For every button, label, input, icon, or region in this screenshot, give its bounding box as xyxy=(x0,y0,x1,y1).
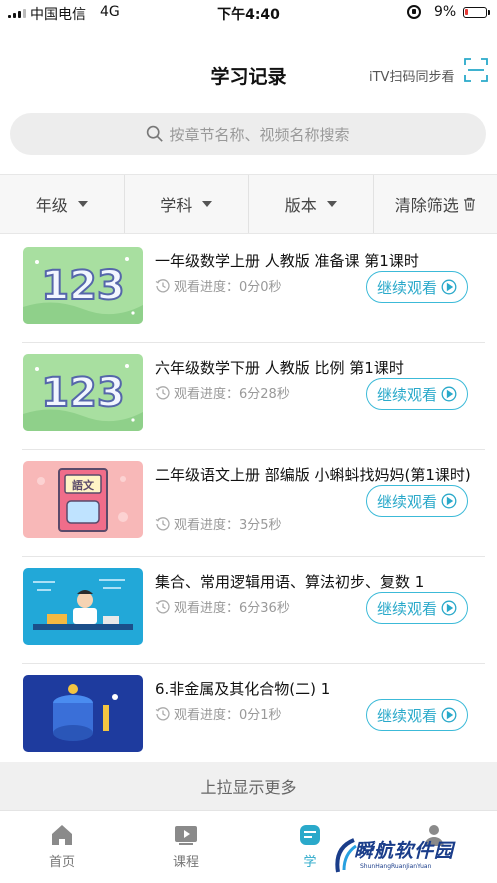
history-clock-icon xyxy=(155,516,170,530)
list-item[interactable]: 6.非金属及其化合物(二) 1 观看进度： 0分1秒 继续观看 xyxy=(22,664,485,771)
watch-progress: 观看进度： 6分28秒 xyxy=(155,383,290,402)
watermark-text: 瞬航软件园 xyxy=(354,840,455,862)
progress-value: 0分1秒 xyxy=(239,708,282,723)
scan-sync-button[interactable]: iTV扫码同步看 xyxy=(369,66,454,85)
caret-down-icon xyxy=(202,201,213,207)
play-circle-icon xyxy=(441,707,457,723)
thumbnail-chemistry[interactable] xyxy=(23,675,143,752)
continue-label: 继续观看 xyxy=(376,278,437,297)
list-item[interactable]: 123 六年级数学下册 人教版 比例 第1课时 观看进度： 6分28秒 继续观看 xyxy=(22,343,485,450)
progress-label: 观看进度： xyxy=(174,708,240,723)
continue-label: 继续观看 xyxy=(376,599,437,618)
study-icon xyxy=(300,825,320,845)
watermark-logo: 瞬航软件园 ShunHangRuanJianYuan xyxy=(332,832,462,880)
record-title: 集合、常用逻辑用语、算法初步、复数 1 xyxy=(155,573,425,591)
svg-text:123: 123 xyxy=(41,370,125,416)
progress-value: 6分36秒 xyxy=(239,601,290,616)
caret-down-icon xyxy=(77,201,88,207)
history-clock-icon xyxy=(155,599,170,613)
svg-text:語文: 語文 xyxy=(72,478,95,492)
play-circle-icon xyxy=(441,386,457,402)
filter-subject[interactable]: 学科 xyxy=(125,175,249,233)
list-item[interactable]: 語文 二年级语文上册 部编版 小蝌蚪找妈妈(第1课时) 观看进度： 3分5秒 继续… xyxy=(22,450,485,557)
filter-label: 版本 xyxy=(284,196,317,215)
record-title: 六年级数学下册 人教版 比例 第1课时 xyxy=(155,359,404,377)
record-list: 123 一年级数学上册 人教版 准备课 第1课时 观看进度： 0分0秒 继续观看 … xyxy=(0,236,497,771)
video-icon xyxy=(175,826,197,845)
filter-label: 学科 xyxy=(160,196,193,215)
record-title: 6.非金属及其化合物(二) 1 xyxy=(155,680,331,698)
status-time: 下午4:40 xyxy=(217,7,280,23)
thumbnail-math-123[interactable]: 123 xyxy=(23,247,143,324)
battery-icon xyxy=(463,7,490,18)
scan-icon[interactable] xyxy=(464,58,488,82)
progress-label: 观看进度： xyxy=(174,280,240,295)
trash-icon xyxy=(463,197,475,211)
filter-edition[interactable]: 版本 xyxy=(249,175,374,233)
continue-watching-button[interactable]: 继续观看 xyxy=(366,592,468,624)
history-clock-icon xyxy=(155,278,170,292)
progress-value: 6分28秒 xyxy=(239,387,290,402)
caret-down-icon xyxy=(326,201,337,207)
search-placeholder: 按章节名称、视频名称搜索 xyxy=(169,125,350,144)
history-clock-icon xyxy=(155,706,170,720)
search-icon xyxy=(147,125,164,142)
continue-watching-button[interactable]: 继续观看 xyxy=(366,699,468,731)
filter-bar: 年级 学科 版本 清除筛选 xyxy=(0,174,497,234)
progress-label: 观看进度： xyxy=(174,601,240,616)
search-input[interactable]: 按章节名称、视频名称搜索 xyxy=(10,113,486,155)
tab-label: 课程 xyxy=(172,855,199,870)
tab-courses[interactable]: 课程 xyxy=(124,811,248,883)
continue-watching-button[interactable]: 继续观看 xyxy=(366,485,468,517)
tab-label: 首页 xyxy=(48,855,75,870)
home-icon xyxy=(52,825,72,845)
tab-home[interactable]: 首页 xyxy=(0,811,124,883)
thumbnail-math-123[interactable]: 123 xyxy=(23,354,143,431)
continue-label: 继续观看 xyxy=(376,492,437,511)
record-title: 一年级数学上册 人教版 准备课 第1课时 xyxy=(155,252,419,270)
watch-progress: 观看进度： 6分36秒 xyxy=(155,597,290,616)
continue-watching-button[interactable]: 继续观看 xyxy=(366,271,468,303)
play-circle-icon xyxy=(441,493,457,509)
play-circle-icon xyxy=(441,600,457,616)
load-more-hint[interactable]: 上拉显示更多 xyxy=(0,762,497,810)
watch-progress: 观看进度： 0分0秒 xyxy=(155,276,282,295)
progress-value: 3分5秒 xyxy=(239,518,282,533)
clear-filter-button[interactable]: 清除筛选 xyxy=(374,175,497,233)
continue-label: 继续观看 xyxy=(376,706,437,725)
thumbnail-chinese-book[interactable]: 語文 xyxy=(23,461,143,538)
filter-grade[interactable]: 年级 xyxy=(0,175,125,233)
svg-text:123: 123 xyxy=(41,263,125,309)
watch-progress: 观看进度： 3分5秒 xyxy=(155,514,282,533)
rotation-lock-icon xyxy=(407,5,421,19)
list-item[interactable]: 123 一年级数学上册 人教版 准备课 第1课时 观看进度： 0分0秒 继续观看 xyxy=(22,236,485,343)
watch-progress: 观看进度： 0分1秒 xyxy=(155,704,282,723)
status-bar: 中国电信 4G 下午4:40 9% xyxy=(0,0,497,26)
thumbnail-student-desk[interactable] xyxy=(23,568,143,645)
filter-label: 清除筛选 xyxy=(394,196,459,215)
progress-label: 观看进度： xyxy=(174,518,240,533)
continue-label: 继续观看 xyxy=(376,385,437,404)
list-item[interactable]: 集合、常用逻辑用语、算法初步、复数 1 观看进度： 6分36秒 继续观看 xyxy=(22,557,485,664)
filter-label: 年级 xyxy=(35,196,68,215)
continue-watching-button[interactable]: 继续观看 xyxy=(366,378,468,410)
record-title: 二年级语文上册 部编版 小蝌蚪找妈妈(第1课时) xyxy=(155,466,471,484)
header: 学习记录 iTV扫码同步看 xyxy=(0,52,497,96)
play-circle-icon xyxy=(441,279,457,295)
battery-percent: 9% xyxy=(434,4,457,20)
progress-value: 0分0秒 xyxy=(239,280,282,295)
progress-label: 观看进度： xyxy=(174,387,240,402)
watermark-subtext: ShunHangRuanJianYuan xyxy=(360,863,432,870)
history-clock-icon xyxy=(155,385,170,399)
